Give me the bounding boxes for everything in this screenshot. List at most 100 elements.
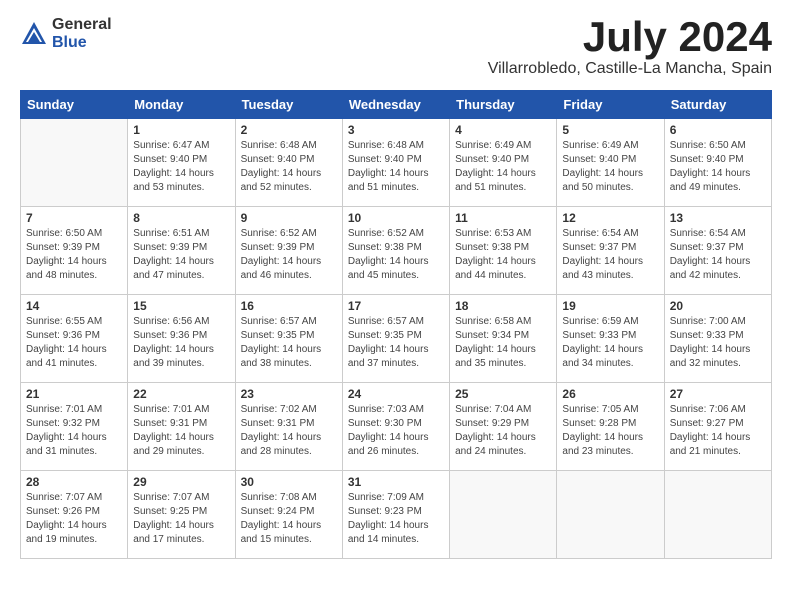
- day-number: 31: [348, 475, 444, 489]
- calendar-cell: 9 Sunrise: 6:52 AM Sunset: 9:39 PM Daylig…: [235, 207, 342, 295]
- day-number: 28: [26, 475, 122, 489]
- day-number: 23: [241, 387, 337, 401]
- calendar-cell: 21 Sunrise: 7:01 AM Sunset: 9:32 PM Dayli…: [21, 383, 128, 471]
- day-number: 9: [241, 211, 337, 225]
- week-row-4: 21 Sunrise: 7:01 AM Sunset: 9:32 PM Dayli…: [21, 383, 772, 471]
- day-number: 26: [562, 387, 658, 401]
- calendar-cell: 29Sunrise: 7:07 AM Sunset: 9:25 PM Dayli…: [128, 471, 235, 559]
- calendar-table: SundayMondayTuesdayWednesdayThursdayFrid…: [20, 90, 772, 559]
- calendar-cell: 19Sunrise: 6:59 AM Sunset: 9:33 PM Dayli…: [557, 295, 664, 383]
- day-info: Sunrise: 6:50 AM Sunset: 9:39 PM Dayligh…: [26, 227, 122, 283]
- day-info: Sunrise: 6:57 AM Sunset: 9:35 PM Dayligh…: [241, 315, 337, 371]
- day-number: 27: [670, 387, 766, 401]
- day-info: Sunrise: 6:54 AM Sunset: 9:37 PM Dayligh…: [670, 227, 766, 283]
- calendar-cell: 31 Sunrise: 7:09 AM Sunset: 9:23 PM Dayli…: [342, 471, 449, 559]
- calendar-cell: 18 Sunrise: 6:58 AM Sunset: 9:34 PM Dayli…: [450, 295, 557, 383]
- title-area: July 2024 Villarrobledo, Castille-La Man…: [488, 16, 772, 78]
- week-row-5: 28 Sunrise: 7:07 AM Sunset: 9:26 PM Dayli…: [21, 471, 772, 559]
- day-header-friday: Friday: [557, 91, 664, 119]
- day-number: 16: [241, 299, 337, 313]
- day-number: 19: [562, 299, 658, 313]
- month-title: July 2024: [488, 16, 772, 58]
- day-number: 5: [562, 123, 658, 137]
- day-number: 12: [562, 211, 658, 225]
- day-number: 21: [26, 387, 122, 401]
- week-row-3: 14 Sunrise: 6:55 AM Sunset: 9:36 PM Dayli…: [21, 295, 772, 383]
- calendar-cell: 6Sunrise: 6:50 AM Sunset: 9:40 PM Daylig…: [664, 119, 771, 207]
- day-info: Sunrise: 7:08 AM Sunset: 9:24 PM Dayligh…: [241, 491, 337, 547]
- location-title: Villarrobledo, Castille-La Mancha, Spain: [488, 60, 772, 78]
- day-number: 30: [241, 475, 337, 489]
- calendar-cell: 7 Sunrise: 6:50 AM Sunset: 9:39 PM Daylig…: [21, 207, 128, 295]
- calendar-cell: 25 Sunrise: 7:04 AM Sunset: 9:29 PM Dayli…: [450, 383, 557, 471]
- calendar-cell: 10 Sunrise: 6:52 AM Sunset: 9:38 PM Dayli…: [342, 207, 449, 295]
- day-info: Sunrise: 7:01 AM Sunset: 9:31 PM Dayligh…: [133, 403, 229, 459]
- calendar-cell: 30 Sunrise: 7:08 AM Sunset: 9:24 PM Dayli…: [235, 471, 342, 559]
- day-info: Sunrise: 6:48 AM Sunset: 9:40 PM Dayligh…: [241, 139, 337, 195]
- calendar-cell: 3Sunrise: 6:48 AM Sunset: 9:40 PM Daylig…: [342, 119, 449, 207]
- calendar-cell: 1 Sunrise: 6:47 AM Sunset: 9:40 PM Daylig…: [128, 119, 235, 207]
- day-info: Sunrise: 6:51 AM Sunset: 9:39 PM Dayligh…: [133, 227, 229, 283]
- day-info: Sunrise: 6:47 AM Sunset: 9:40 PM Dayligh…: [133, 139, 229, 195]
- day-info: Sunrise: 7:01 AM Sunset: 9:32 PM Dayligh…: [26, 403, 122, 459]
- day-info: Sunrise: 6:49 AM Sunset: 9:40 PM Dayligh…: [562, 139, 658, 195]
- day-info: Sunrise: 7:07 AM Sunset: 9:26 PM Dayligh…: [26, 491, 122, 547]
- calendar-cell: 11 Sunrise: 6:53 AM Sunset: 9:38 PM Dayli…: [450, 207, 557, 295]
- day-info: Sunrise: 6:52 AM Sunset: 9:39 PM Dayligh…: [241, 227, 337, 283]
- day-info: Sunrise: 6:54 AM Sunset: 9:37 PM Dayligh…: [562, 227, 658, 283]
- day-info: Sunrise: 6:53 AM Sunset: 9:38 PM Dayligh…: [455, 227, 551, 283]
- calendar-cell: 8 Sunrise: 6:51 AM Sunset: 9:39 PM Daylig…: [128, 207, 235, 295]
- day-info: Sunrise: 6:50 AM Sunset: 9:40 PM Dayligh…: [670, 139, 766, 195]
- calendar-cell: 17Sunrise: 6:57 AM Sunset: 9:35 PM Dayli…: [342, 295, 449, 383]
- day-info: Sunrise: 6:49 AM Sunset: 9:40 PM Dayligh…: [455, 139, 551, 195]
- calendar-cell: [664, 471, 771, 559]
- day-info: Sunrise: 6:48 AM Sunset: 9:40 PM Dayligh…: [348, 139, 444, 195]
- week-row-1: 1 Sunrise: 6:47 AM Sunset: 9:40 PM Daylig…: [21, 119, 772, 207]
- day-number: 20: [670, 299, 766, 313]
- day-info: Sunrise: 7:04 AM Sunset: 9:29 PM Dayligh…: [455, 403, 551, 459]
- day-number: 4: [455, 123, 551, 137]
- day-info: Sunrise: 7:00 AM Sunset: 9:33 PM Dayligh…: [670, 315, 766, 371]
- day-number: 7: [26, 211, 122, 225]
- calendar-cell: [450, 471, 557, 559]
- day-number: 15: [133, 299, 229, 313]
- days-header-row: SundayMondayTuesdayWednesdayThursdayFrid…: [21, 91, 772, 119]
- day-number: 18: [455, 299, 551, 313]
- header: General Blue July 2024 Villarrobledo, Ca…: [20, 16, 772, 78]
- logo-general-text: General: [52, 16, 112, 34]
- calendar-cell: [21, 119, 128, 207]
- calendar-cell: 5 Sunrise: 6:49 AM Sunset: 9:40 PM Daylig…: [557, 119, 664, 207]
- day-header-monday: Monday: [128, 91, 235, 119]
- day-number: 2: [241, 123, 337, 137]
- calendar-cell: 24Sunrise: 7:03 AM Sunset: 9:30 PM Dayli…: [342, 383, 449, 471]
- day-info: Sunrise: 6:55 AM Sunset: 9:36 PM Dayligh…: [26, 315, 122, 371]
- day-number: 8: [133, 211, 229, 225]
- day-header-wednesday: Wednesday: [342, 91, 449, 119]
- day-number: 25: [455, 387, 551, 401]
- day-number: 13: [670, 211, 766, 225]
- day-header-thursday: Thursday: [450, 91, 557, 119]
- day-number: 29: [133, 475, 229, 489]
- calendar-cell: 14 Sunrise: 6:55 AM Sunset: 9:36 PM Dayli…: [21, 295, 128, 383]
- day-info: Sunrise: 6:56 AM Sunset: 9:36 PM Dayligh…: [133, 315, 229, 371]
- logo-blue-text: Blue: [52, 34, 112, 52]
- calendar-cell: 16 Sunrise: 6:57 AM Sunset: 9:35 PM Dayli…: [235, 295, 342, 383]
- calendar-cell: 26 Sunrise: 7:05 AM Sunset: 9:28 PM Dayli…: [557, 383, 664, 471]
- calendar-cell: 2 Sunrise: 6:48 AM Sunset: 9:40 PM Daylig…: [235, 119, 342, 207]
- day-info: Sunrise: 7:05 AM Sunset: 9:28 PM Dayligh…: [562, 403, 658, 459]
- day-number: 17: [348, 299, 444, 313]
- day-number: 14: [26, 299, 122, 313]
- logo: General Blue: [20, 16, 112, 51]
- day-info: Sunrise: 6:52 AM Sunset: 9:38 PM Dayligh…: [348, 227, 444, 283]
- day-info: Sunrise: 7:09 AM Sunset: 9:23 PM Dayligh…: [348, 491, 444, 547]
- day-header-saturday: Saturday: [664, 91, 771, 119]
- day-number: 10: [348, 211, 444, 225]
- day-info: Sunrise: 6:58 AM Sunset: 9:34 PM Dayligh…: [455, 315, 551, 371]
- calendar-cell: 13 Sunrise: 6:54 AM Sunset: 9:37 PM Dayli…: [664, 207, 771, 295]
- day-number: 1: [133, 123, 229, 137]
- day-number: 22: [133, 387, 229, 401]
- day-number: 24: [348, 387, 444, 401]
- calendar-cell: 20 Sunrise: 7:00 AM Sunset: 9:33 PM Dayli…: [664, 295, 771, 383]
- calendar-cell: 15 Sunrise: 6:56 AM Sunset: 9:36 PM Dayli…: [128, 295, 235, 383]
- day-number: 11: [455, 211, 551, 225]
